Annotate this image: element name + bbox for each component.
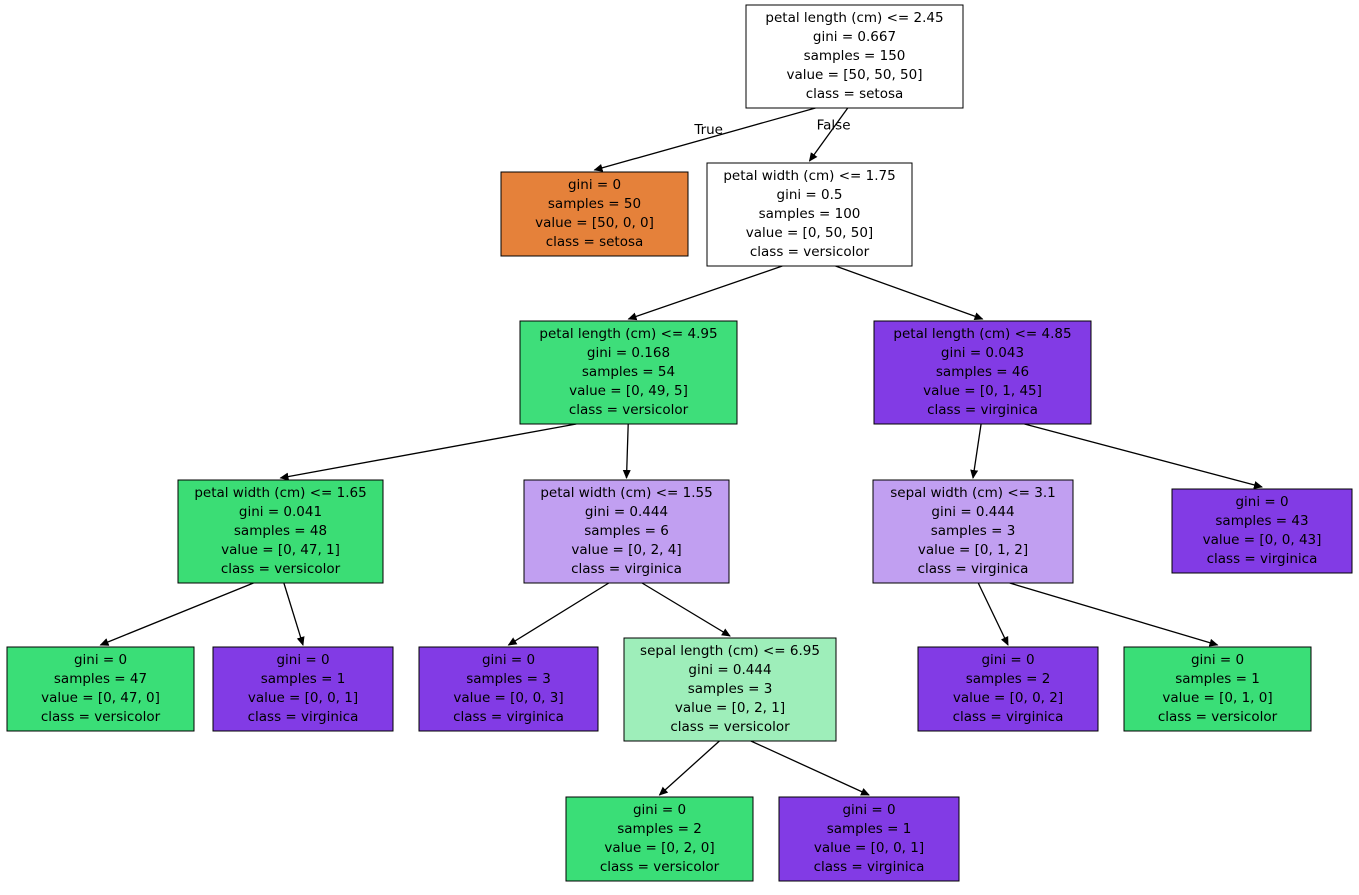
tree-edge — [595, 108, 816, 170]
edge-label: False — [817, 118, 851, 134]
tree-edge — [751, 741, 869, 795]
tree-node: petal width (cm) <= 1.65gini = 0.041samp… — [178, 480, 383, 583]
tree-node: gini = 0samples = 1value = [0, 0, 1]clas… — [213, 647, 393, 731]
tree-node: gini = 0samples = 2value = [0, 2, 0]clas… — [566, 797, 753, 881]
tree-edge — [973, 424, 981, 478]
tree-node: gini = 0samples = 50value = [50, 0, 0]cl… — [501, 172, 688, 256]
tree-node: petal width (cm) <= 1.55gini = 0.444samp… — [524, 480, 729, 583]
tree-node: petal width (cm) <= 1.75gini = 0.5sample… — [707, 163, 912, 266]
tree-edge — [810, 108, 848, 161]
tree-edge — [509, 583, 609, 645]
tree-node: petal length (cm) <= 4.95gini = 0.168sam… — [520, 321, 737, 424]
tree-edge — [281, 424, 577, 478]
tree-edge — [1024, 424, 1262, 487]
tree-edge — [978, 583, 1008, 645]
tree-edge — [101, 583, 254, 645]
tree-edge — [642, 583, 730, 636]
tree-edge — [660, 741, 720, 795]
tree-node: gini = 0samples = 1value = [0, 1, 0]clas… — [1124, 647, 1311, 731]
tree-node: gini = 0samples = 1value = [0, 0, 1]clas… — [779, 797, 959, 881]
tree-edge — [284, 583, 303, 645]
tree-edge — [835, 266, 982, 319]
tree-edge — [627, 424, 629, 478]
tree-edge — [1010, 583, 1218, 645]
tree-node: petal length (cm) <= 2.45gini = 0.667sam… — [746, 5, 963, 108]
tree-edge — [629, 266, 783, 319]
edge-label: True — [693, 122, 723, 138]
tree-node: gini = 0samples = 2value = [0, 0, 2]clas… — [918, 647, 1098, 731]
tree-node: gini = 0samples = 3value = [0, 0, 3]clas… — [419, 647, 598, 731]
tree-node: gini = 0samples = 43value = [0, 0, 43]cl… — [1172, 489, 1352, 573]
tree-node: sepal length (cm) <= 6.95gini = 0.444sam… — [624, 638, 836, 741]
tree-node: gini = 0samples = 47value = [0, 47, 0]cl… — [7, 647, 194, 731]
decision-tree-diagram: petal length (cm) <= 2.45gini = 0.667sam… — [0, 0, 1359, 895]
tree-node: sepal width (cm) <= 3.1gini = 0.444sampl… — [873, 480, 1073, 583]
tree-node: petal length (cm) <= 4.85gini = 0.043sam… — [874, 321, 1091, 424]
